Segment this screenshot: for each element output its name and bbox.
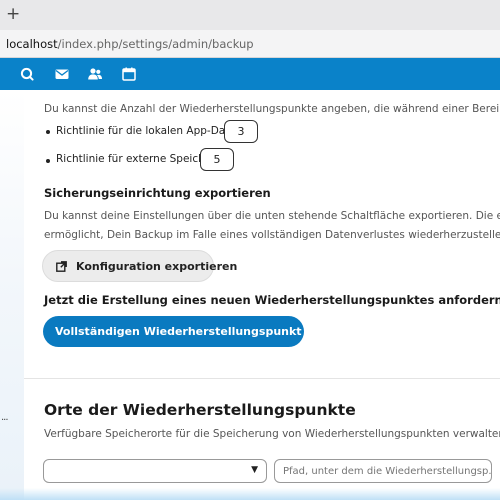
search-icon[interactable] [19, 66, 35, 82]
sidebar-more-indicator: ... [1, 412, 8, 423]
bullet [46, 159, 50, 163]
app-navigation-bar [0, 58, 500, 90]
export-config-button[interactable]: Konfiguration exportieren [42, 250, 237, 282]
url-path: /index.php/settings/admin/backup [57, 37, 254, 51]
external-retention-input[interactable]: 5 [200, 148, 234, 171]
window-bottom-edge [0, 488, 500, 500]
create-restore-point-button[interactable]: Vollständigen Wiederherstellungspunkt er… [43, 316, 360, 347]
local-retention-label: Richtlinie für die lokalen App-Daten: [56, 125, 246, 137]
create-restore-point-button-label: Vollständigen Wiederherstellungspunkt er… [55, 325, 361, 338]
locations-title: Orte der Wiederherstellungspunkte [44, 401, 356, 419]
create-heading: Jetzt die Erstellung eines neuen Wiederh… [44, 293, 500, 307]
external-link-icon [56, 261, 67, 272]
restore-path-input[interactable] [274, 459, 492, 483]
retention-description: Du kannst die Anzahl der Wiederherstellu… [44, 103, 500, 115]
export-heading: Sicherungseinrichtung exportieren [44, 186, 271, 200]
browser-tab-strip: + [0, 0, 500, 30]
local-retention-input[interactable]: 3 [224, 120, 258, 143]
chevron-down-icon: ▼ [251, 465, 258, 475]
storage-type-select[interactable]: ▼ [43, 459, 267, 483]
section-divider [24, 378, 500, 379]
external-retention-label: Richtlinie für externe Speicher: [56, 153, 219, 165]
settings-sidebar: ... [0, 90, 24, 500]
bullet [46, 130, 50, 134]
backup-settings-content: Du kannst die Anzahl der Wiederherstellu… [24, 90, 500, 500]
url-host: localhost [6, 37, 58, 51]
address-bar[interactable]: localhost/index.php/settings/admin/backu… [0, 30, 500, 58]
new-tab-button[interactable]: + [6, 4, 20, 24]
contacts-icon[interactable] [87, 66, 103, 82]
export-config-button-label: Konfiguration exportieren [76, 260, 238, 273]
url-text[interactable]: localhost/index.php/settings/admin/backu… [6, 37, 254, 51]
mail-icon[interactable] [54, 66, 70, 82]
export-description-line1: Du kannst deine Einstellungen über die u… [44, 210, 500, 222]
export-description-line2: ermöglicht, Dein Backup im Falle eines v… [44, 229, 500, 241]
locations-description: Verfügbare Speicherorte für die Speicher… [44, 428, 500, 440]
calendar-icon[interactable] [121, 66, 137, 82]
